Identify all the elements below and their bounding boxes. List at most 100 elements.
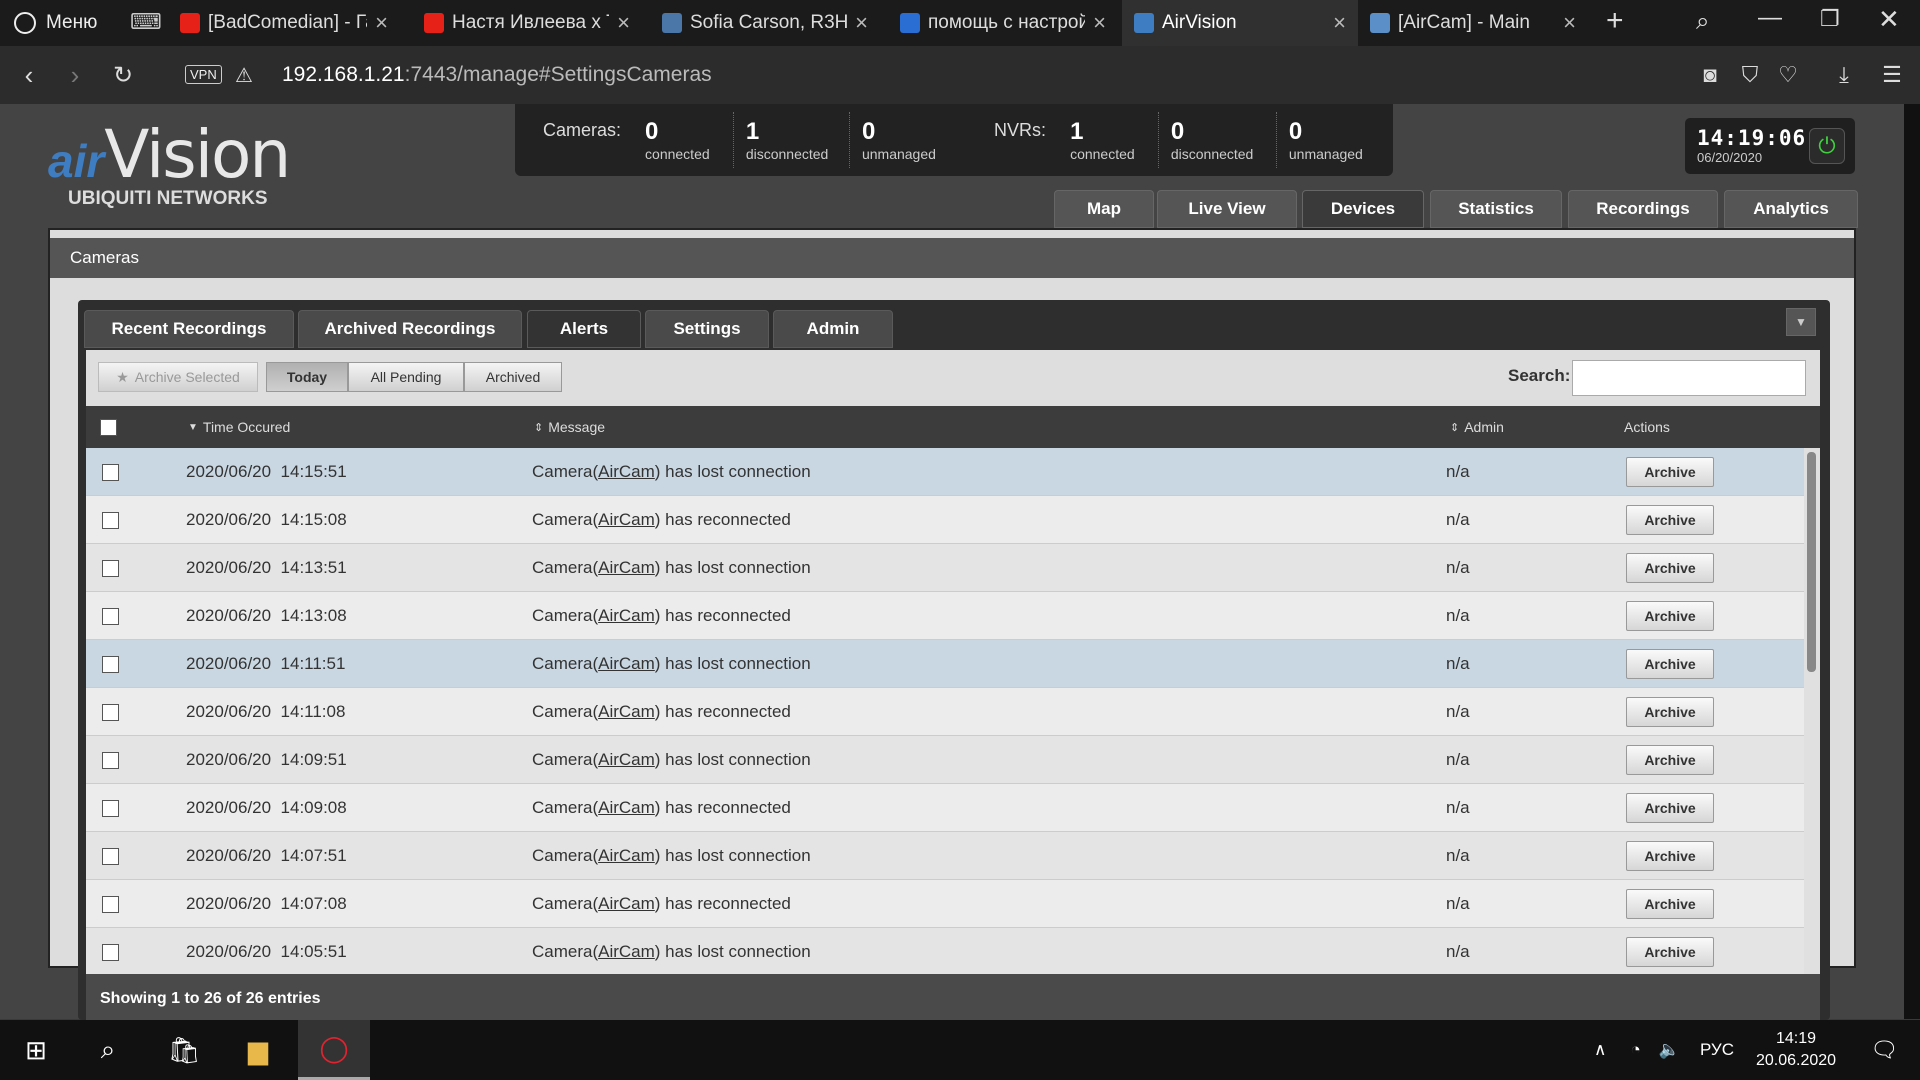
column-message[interactable]: ⇕ Message <box>534 406 605 448</box>
warning-icon[interactable]: ⚠ <box>232 46 256 104</box>
archive-button[interactable]: Archive <box>1626 889 1714 919</box>
browser-tab[interactable]: помощь с настрой × <box>888 0 1118 46</box>
restore-icon[interactable]: ❐ <box>1820 6 1840 32</box>
table-scrollbar[interactable] <box>1804 448 1820 974</box>
tab-alerts[interactable]: Alerts <box>527 310 641 348</box>
url-field[interactable]: 192.168.1.21:7443/manage#SettingsCameras <box>282 46 712 104</box>
row-checkbox[interactable] <box>102 688 119 736</box>
row-checkbox[interactable] <box>102 592 119 640</box>
select-all-checkbox[interactable] <box>100 406 117 448</box>
table-row[interactable]: 2020/06/20 14:15:51 Camera(AirCam) has lo… <box>86 448 1804 496</box>
windows-start-icon[interactable]: ⊞ <box>0 1020 72 1080</box>
table-row[interactable]: 2020/06/20 14:07:51 Camera(AirCam) has lo… <box>86 832 1804 880</box>
table-row[interactable]: 2020/06/20 14:07:08 Camera(AirCam) has re… <box>86 880 1804 928</box>
table-row[interactable]: 2020/06/20 14:09:51 Camera(AirCam) has lo… <box>86 736 1804 784</box>
column-admin[interactable]: ⇕ Admin <box>1450 406 1504 448</box>
column-time[interactable]: ▼ Time Occured <box>188 406 290 448</box>
camera-link[interactable]: AirCam <box>598 846 655 866</box>
modal-dropdown-icon[interactable]: ▼ <box>1786 308 1816 336</box>
easy-setup-icon[interactable]: ☰ <box>1878 46 1906 104</box>
table-row[interactable]: 2020/06/20 14:11:51 Camera(AirCam) has lo… <box>86 640 1804 688</box>
nav-devices[interactable]: Devices <box>1302 190 1424 228</box>
archive-button[interactable]: Archive <box>1626 697 1714 727</box>
back-icon[interactable]: ‹ <box>14 46 44 104</box>
row-checkbox[interactable] <box>102 832 119 880</box>
table-row[interactable]: 2020/06/20 14:15:08 Camera(AirCam) has re… <box>86 496 1804 544</box>
search-icon[interactable]: ⌕ <box>72 1020 144 1080</box>
close-tab-icon[interactable]: × <box>1333 10 1346 36</box>
camera-link[interactable]: AirCam <box>598 654 655 674</box>
file-explorer-icon[interactable]: ▆ <box>222 1020 294 1080</box>
scroll-thumb[interactable] <box>1807 452 1816 672</box>
tab-archived-recordings[interactable]: Archived Recordings <box>298 310 522 348</box>
camera-link[interactable]: AirCam <box>598 702 655 722</box>
notifications-icon[interactable]: 🗨 <box>1870 1037 1898 1063</box>
search-tabs-icon[interactable]: ⌕ <box>1696 8 1709 36</box>
camera-link[interactable]: AirCam <box>598 606 655 626</box>
close-tab-icon[interactable]: × <box>1563 10 1576 36</box>
nav-live-view[interactable]: Live View <box>1157 190 1297 228</box>
camera-link[interactable]: AirCam <box>598 750 655 770</box>
table-row[interactable]: 2020/06/20 14:09:08 Camera(AirCam) has re… <box>86 784 1804 832</box>
page-scrollbar[interactable] <box>1904 104 1920 1019</box>
archive-button[interactable]: Archive <box>1626 793 1714 823</box>
shield-icon[interactable]: ⛉ <box>1736 46 1764 104</box>
forward-icon[interactable]: › <box>60 46 90 104</box>
network-icon[interactable]: ◔ <box>1630 1040 1640 1060</box>
row-checkbox[interactable] <box>102 880 119 928</box>
tab-recent-recordings[interactable]: Recent Recordings <box>84 310 294 348</box>
opera-taskbar-icon[interactable]: ◯ <box>298 1020 370 1080</box>
nav-map[interactable]: Map <box>1054 190 1154 228</box>
camera-link[interactable]: AirCam <box>598 942 655 962</box>
minimize-icon[interactable]: — <box>1758 4 1782 32</box>
archive-selected-button[interactable]: ★ Archive Selected <box>98 362 258 392</box>
camera-snapshot-icon[interactable]: ◙ <box>1696 46 1724 104</box>
reload-icon[interactable]: ↻ <box>108 46 138 104</box>
archive-button[interactable]: Archive <box>1626 553 1714 583</box>
filter-today[interactable]: Today <box>266 362 348 392</box>
row-checkbox[interactable] <box>102 496 119 544</box>
camera-link[interactable]: AirCam <box>598 798 655 818</box>
archive-button[interactable]: Archive <box>1626 457 1714 487</box>
filter-archived[interactable]: Archived <box>464 362 562 392</box>
close-tab-icon[interactable]: × <box>375 10 388 36</box>
close-tab-icon[interactable]: × <box>855 10 868 36</box>
show-hidden-icon[interactable]: ∧ <box>1594 1040 1606 1060</box>
table-row[interactable]: 2020/06/20 14:11:08 Camera(AirCam) has re… <box>86 688 1804 736</box>
heart-icon[interactable]: ♡ <box>1774 46 1802 104</box>
browser-tab[interactable]: Настя Ивлеева x Ти × <box>412 0 642 46</box>
opera-menu-button[interactable]: Меню <box>14 0 97 46</box>
nav-recordings[interactable]: Recordings <box>1568 190 1718 228</box>
archive-button[interactable]: Archive <box>1626 505 1714 535</box>
camera-link[interactable]: AirCam <box>598 894 655 914</box>
browser-tab[interactable]: Sofia Carson, R3HA × <box>650 0 880 46</box>
store-icon[interactable]: 🛍 <box>148 1020 220 1080</box>
row-checkbox[interactable] <box>102 544 119 592</box>
table-row[interactable]: 2020/06/20 14:05:51 Camera(AirCam) has lo… <box>86 928 1804 976</box>
new-tab-button[interactable]: + <box>1606 4 1624 38</box>
archive-button[interactable]: Archive <box>1626 745 1714 775</box>
nav-statistics[interactable]: Statistics <box>1430 190 1562 228</box>
row-checkbox[interactable] <box>102 784 119 832</box>
volume-icon[interactable]: 🔈 <box>1659 1040 1680 1060</box>
close-window-icon[interactable]: ✕ <box>1878 4 1900 35</box>
camera-link[interactable]: AirCam <box>598 462 655 482</box>
archive-button[interactable]: Archive <box>1626 649 1714 679</box>
tab-settings[interactable]: Settings <box>645 310 769 348</box>
gamepad-icon[interactable]: ⌨ <box>130 9 162 35</box>
browser-tab[interactable]: [BadComedian] - Га × <box>168 0 400 46</box>
power-icon[interactable]: ⏻ <box>1809 128 1845 164</box>
vpn-badge[interactable]: VPN <box>185 65 222 84</box>
archive-button[interactable]: Archive <box>1626 601 1714 631</box>
camera-link[interactable]: AirCam <box>598 558 655 578</box>
tab-admin[interactable]: Admin <box>773 310 893 348</box>
language-indicator[interactable]: РУС <box>1700 1040 1734 1060</box>
table-row[interactable]: 2020/06/20 14:13:51 Camera(AirCam) has lo… <box>86 544 1804 592</box>
close-tab-icon[interactable]: × <box>617 10 630 36</box>
download-icon[interactable]: ⤓ <box>1830 46 1858 104</box>
search-input[interactable] <box>1572 360 1806 396</box>
archive-button[interactable]: Archive <box>1626 841 1714 871</box>
table-row[interactable]: 2020/06/20 14:13:08 Camera(AirCam) has re… <box>86 592 1804 640</box>
nav-analytics[interactable]: Analytics <box>1724 190 1858 228</box>
browser-tab[interactable]: AirVision × <box>1122 0 1358 46</box>
